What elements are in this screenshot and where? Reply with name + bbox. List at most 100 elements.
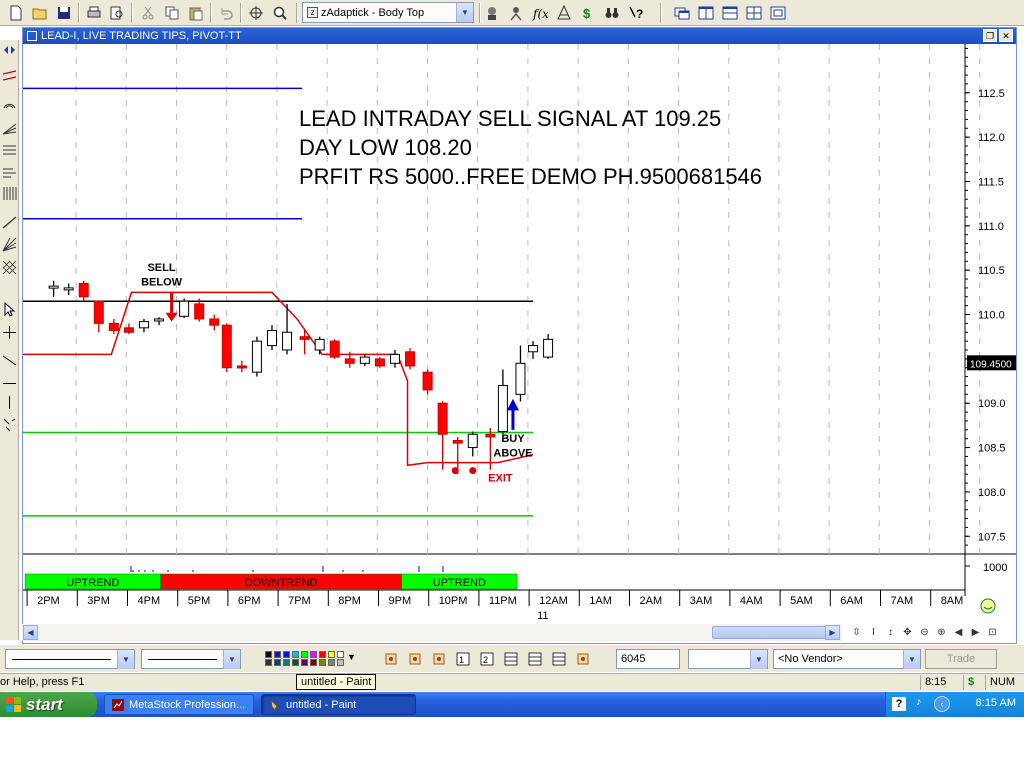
chevron-down-icon[interactable]: ▼ xyxy=(117,649,134,669)
layout-icon[interactable] xyxy=(768,3,788,23)
zoom-icon[interactable] xyxy=(270,3,290,23)
open-icon[interactable] xyxy=(30,3,50,23)
print-icon[interactable] xyxy=(84,3,104,23)
tile-horizontal-icon[interactable] xyxy=(720,3,740,23)
vertical-line-icon[interactable] xyxy=(2,395,17,410)
chevron-down-icon[interactable]: ▼ xyxy=(750,649,767,669)
inner-window-3-icon[interactable] xyxy=(551,651,567,667)
expand-icon[interactable]: ⊡ xyxy=(986,627,999,638)
restore-icon[interactable]: ❐ xyxy=(983,29,997,42)
text-tool-icon[interactable] xyxy=(2,417,17,432)
exit-marker xyxy=(451,467,459,475)
cut-icon[interactable] xyxy=(138,3,158,23)
grid-pattern-icon[interactable] xyxy=(2,260,17,275)
paste-icon[interactable] xyxy=(186,3,206,23)
inner-window-2-icon[interactable] xyxy=(527,651,543,667)
crosshair-icon[interactable] xyxy=(246,3,266,23)
periodicity-dropdown[interactable]: ▼ xyxy=(688,649,768,669)
status-dollar-icon: $ xyxy=(963,675,985,690)
window-menu-icon[interactable] xyxy=(27,31,37,41)
scale-icon[interactable]: 1 xyxy=(455,651,471,667)
cursor-ibeam-icon[interactable]: I xyxy=(867,627,880,638)
collapse-arrows-icon[interactable] xyxy=(2,43,17,58)
task-paint[interactable]: untitled - Paint xyxy=(261,694,416,715)
print-preview-icon[interactable] xyxy=(107,3,127,23)
parallel-lines-icon[interactable] xyxy=(2,68,17,83)
bar-chart-style-icon[interactable] xyxy=(383,651,399,667)
properties-icon[interactable] xyxy=(575,651,591,667)
fan-icon[interactable] xyxy=(2,120,17,135)
dollar-icon[interactable]: $ xyxy=(578,3,598,23)
bar-count-field[interactable]: 6045 xyxy=(616,649,680,669)
status-num: NUM xyxy=(985,675,1024,690)
line-weight-dropdown[interactable]: ▼ xyxy=(141,649,241,669)
page-right-icon[interactable]: ▶ xyxy=(969,627,982,638)
expert-advisor-icon[interactable] xyxy=(482,3,502,23)
x-tick-label: 2PM xyxy=(37,595,60,607)
price-chart[interactable]: 112.5112.0111.5111.0110.5110.0109.5109.0… xyxy=(23,44,1016,624)
tray-expand-icon[interactable]: ‹ xyxy=(934,696,950,712)
crosshair-tool-icon[interactable] xyxy=(2,325,17,340)
retracement-icon[interactable] xyxy=(2,143,17,158)
windows-taskbar: start MetaStock Profession... untitled -… xyxy=(0,692,1024,717)
vertical-move-icon[interactable]: ↕ xyxy=(884,627,897,638)
vendor-dropdown[interactable]: <No Vendor> ▼ xyxy=(773,649,921,669)
inner-window-icon[interactable] xyxy=(503,651,519,667)
palette-dropdown-icon[interactable]: ▼ xyxy=(347,652,356,662)
candle-body xyxy=(209,318,220,326)
close-icon[interactable]: ✕ xyxy=(999,29,1013,42)
pointer-icon[interactable] xyxy=(2,301,17,317)
tile-vertical-icon[interactable] xyxy=(696,3,716,23)
explorer-icon[interactable] xyxy=(506,3,526,23)
line-style-dropdown[interactable]: ▼ xyxy=(5,649,135,669)
levels-icon[interactable] xyxy=(2,165,17,180)
start-button[interactable]: start xyxy=(0,692,97,717)
undo-icon[interactable] xyxy=(216,3,236,23)
color-palette[interactable] xyxy=(263,650,351,668)
system-tester-icon[interactable] xyxy=(554,3,574,23)
chevron-down-icon[interactable]: ▼ xyxy=(903,649,920,669)
y-tick-label: 111.5 xyxy=(978,176,1004,188)
x-tick-label: 8AM xyxy=(941,595,964,607)
gann-fan-icon[interactable] xyxy=(2,237,17,252)
volume-icon[interactable]: ♪ xyxy=(916,696,922,708)
scale-alt-icon[interactable]: 2 xyxy=(479,651,495,667)
copy-icon[interactable] xyxy=(162,3,182,23)
x-tick-label: 5PM xyxy=(188,595,211,607)
candle-body xyxy=(405,351,416,367)
chart-horizontal-scrollbar[interactable]: ◀ ▶ xyxy=(22,624,842,641)
cycle-lines-icon[interactable] xyxy=(2,186,17,201)
x-tick-label: 8PM xyxy=(338,595,361,607)
indicator-builder-icon[interactable]: f(x) xyxy=(530,3,550,23)
tile-grid-icon[interactable] xyxy=(744,3,764,23)
zoom-out-icon[interactable]: ⊖ xyxy=(918,627,931,638)
chart-window-titlebar[interactable]: LEAD-I, LIVE TRADING TIPS, PIVOT-TT ❐ ✕ xyxy=(23,28,1016,44)
template-dropdown[interactable]: z zAdaptick - Body Top ▼ xyxy=(302,2,474,23)
help-tray-icon[interactable]: ? xyxy=(892,697,906,711)
binoculars-icon[interactable] xyxy=(602,3,622,23)
save-icon[interactable] xyxy=(54,3,74,23)
new-icon[interactable] xyxy=(6,3,26,23)
line-style-icon[interactable] xyxy=(431,651,447,667)
scroll-right-icon[interactable]: ▶ xyxy=(825,625,840,640)
status-time: 8:15 xyxy=(920,675,960,690)
move-icon[interactable]: ✥ xyxy=(901,627,914,638)
trendline-icon[interactable] xyxy=(2,215,17,230)
zoom-in-icon[interactable]: ⊕ xyxy=(935,627,948,638)
scrollbar-thumb[interactable] xyxy=(712,626,832,639)
chevron-down-icon[interactable]: ▼ xyxy=(223,649,240,669)
task-label: untitled - Paint xyxy=(286,698,357,711)
scroll-lock-icon[interactable]: ⇳ xyxy=(850,627,863,638)
chevron-down-icon[interactable]: ▼ xyxy=(456,3,473,22)
page-left-icon[interactable]: ◀ xyxy=(952,627,965,638)
y-tick-label: 108.0 xyxy=(978,487,1006,499)
arc-icon[interactable] xyxy=(2,95,17,110)
task-metastock[interactable]: MetaStock Profession... xyxy=(104,694,254,715)
help-icon[interactable]: ? xyxy=(626,3,646,23)
line-tool-icon[interactable] xyxy=(2,353,17,368)
horizontal-line-icon[interactable] xyxy=(2,376,17,391)
window-cascade-icon[interactable] xyxy=(672,3,692,23)
scroll-left-icon[interactable]: ◀ xyxy=(23,625,38,640)
trade-button[interactable]: Trade xyxy=(925,649,997,669)
candle-style-icon[interactable] xyxy=(407,651,423,667)
